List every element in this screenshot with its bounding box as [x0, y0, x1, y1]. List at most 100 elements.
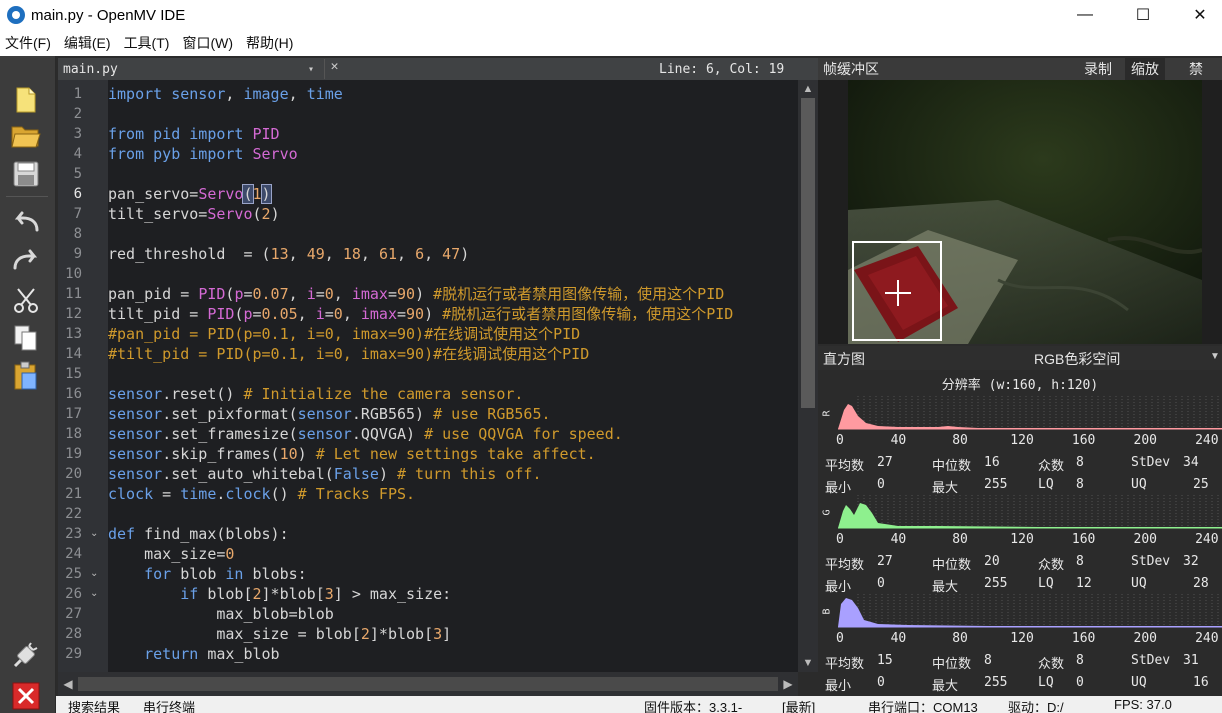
record-button[interactable]: 录制: [1078, 58, 1118, 80]
cut-icon[interactable]: [10, 284, 42, 316]
histogram-stat-uq-label: UQ: [1131, 675, 1147, 690]
fold-chevron-icon[interactable]: ⌄: [90, 564, 98, 584]
undo-icon[interactable]: [10, 206, 42, 238]
status-bar: 搜索结果 串行终端 固件版本：3.3.1- [最新] 串行端口：COM13 驱动…: [56, 696, 1222, 713]
histogram-tick-label: 200: [1133, 532, 1157, 547]
editor-tab-bar: main.py ▾ ✕ Line: 6, Col: 19: [58, 58, 818, 80]
histogram-header: 直方图 RGB色彩空间 ▼: [818, 346, 1222, 370]
line-number: 5: [73, 166, 82, 182]
close-file-button[interactable]: ✕: [324, 59, 344, 79]
code-line[interactable]: sensor.set_pixformat(sensor.RGB565) # us…: [108, 404, 551, 424]
line-number: 17: [65, 406, 82, 422]
file-dropdown-icon[interactable]: ▾: [308, 64, 314, 75]
serial-terminal-tab[interactable]: 串行终端: [143, 697, 195, 713]
search-results-tab[interactable]: 搜索结果: [68, 697, 120, 713]
editor-vertical-scrollbar[interactable]: ▲ ▼: [798, 80, 818, 672]
open-file-icon[interactable]: [10, 120, 42, 152]
histogram-tick-label: 160: [1071, 631, 1096, 646]
code-line[interactable]: sensor.set_framesize(sensor.QQVGA) # use…: [108, 424, 623, 444]
histogram-stat-mean: 27: [877, 554, 893, 569]
histogram-stat-min: 0: [877, 675, 885, 690]
connect-icon[interactable]: [10, 640, 42, 672]
code-line[interactable]: sensor.reset() # Initialize the camera s…: [108, 384, 523, 404]
histogram-tick-label: 240: [1195, 433, 1219, 448]
code-line[interactable]: import sensor, image, time: [108, 84, 343, 104]
menu-edit[interactable]: 编辑(E): [59, 33, 119, 53]
code-line[interactable]: from pid import PID: [108, 124, 280, 144]
histogram-plot: [838, 495, 1222, 529]
stop-icon[interactable]: [10, 680, 42, 712]
histogram-stat-max: 255: [984, 675, 1008, 690]
serial-port-label[interactable]: 串行端口：COM13: [868, 697, 978, 713]
scroll-up-icon[interactable]: ▲: [798, 80, 818, 98]
fold-chevron-icon[interactable]: ⌄: [90, 524, 98, 544]
save-file-icon[interactable]: [10, 158, 42, 190]
color-space-select[interactable]: RGB色彩空间: [1034, 349, 1120, 369]
code-line[interactable]: sensor.skip_frames(10) # Let new setting…: [108, 444, 596, 464]
disable-button[interactable]: 禁用: [1183, 58, 1222, 99]
scroll-down-icon[interactable]: ▼: [798, 654, 818, 672]
code-line[interactable]: max_blob=blob: [108, 604, 333, 624]
menu-file[interactable]: 文件(F): [0, 33, 59, 53]
paste-icon[interactable]: [10, 360, 42, 392]
editor-file-name[interactable]: main.py: [63, 62, 118, 77]
histogram-stat-mode: 8: [1076, 653, 1084, 668]
channel-label: G: [821, 509, 833, 516]
menu-window[interactable]: 窗口(W): [177, 33, 241, 53]
left-toolbar: [0, 56, 56, 713]
menu-bar: 文件(F) 编辑(E) 工具(T) 窗口(W) 帮助(H): [0, 30, 1222, 56]
histogram-stat-min-label: 最小: [825, 679, 852, 694]
firmware-latest-link[interactable]: [最新]: [782, 697, 815, 713]
code-line[interactable]: max_size = blob[2]*blob[3]: [108, 624, 451, 644]
code-line[interactable]: pan_pid = PID(p=0.07, i=0, imax=90) #脱机运…: [108, 284, 724, 304]
histogram-stat-lq-label: LQ: [1038, 477, 1054, 492]
minimize-button[interactable]: —: [1062, 0, 1108, 30]
code-line[interactable]: def find_max(blobs):: [108, 524, 289, 544]
histogram-tick-label: 240: [1195, 631, 1219, 646]
redo-icon[interactable]: [10, 244, 42, 276]
close-window-button[interactable]: ✕: [1177, 0, 1222, 30]
scroll-thumb[interactable]: [801, 98, 815, 408]
code-editor[interactable]: 1 2 3 4 5 6 7 8 9 10 11 12 13 14 15 16 17 18 19 20 21 22 23 ⌄ 24…: [58, 80, 818, 672]
drive-label[interactable]: 驱动：D:/: [1008, 697, 1064, 713]
line-number: 14: [65, 346, 82, 362]
code-line[interactable]: #pan_pid = PID(p=0.1, i=0, imax=90)#在线调试…: [108, 324, 580, 344]
code-line[interactable]: return max_blob: [108, 644, 279, 664]
histogram-stat-max: 255: [984, 576, 1008, 591]
zoom-button[interactable]: 缩放: [1125, 58, 1165, 80]
scroll-thumb[interactable]: [78, 677, 778, 691]
histogram-stat-mode-label: 众数: [1038, 459, 1065, 474]
code-line[interactable]: clock = time.clock() # Tracks FPS.: [108, 484, 415, 504]
histogram-title: 直方图: [823, 351, 865, 367]
line-number: 23: [65, 526, 82, 542]
menu-tools[interactable]: 工具(T): [119, 33, 178, 53]
histogram-stat-min-label: 最小: [825, 580, 852, 595]
resolution-label: 分辨率 (w:160, h:120): [941, 378, 1099, 393]
copy-icon[interactable]: [10, 322, 42, 354]
maximize-button[interactable]: ☐: [1120, 0, 1166, 30]
fold-chevron-icon[interactable]: ⌄: [90, 584, 98, 604]
histogram-tick-label: 200: [1133, 631, 1157, 646]
new-file-icon[interactable]: [10, 84, 42, 116]
code-line[interactable]: red_threshold = (13, 49, 18, 61, 6, 47): [108, 244, 469, 264]
scroll-right-icon[interactable]: ▶: [778, 672, 798, 696]
histogram-stat-stdev-label: StDev: [1131, 653, 1171, 668]
code-text-area[interactable]: import sensor, image, time from pid impor…: [108, 80, 798, 672]
code-line[interactable]: pan_servo=Servo(1): [108, 184, 272, 204]
histogram-tick-label: 40: [890, 631, 907, 646]
code-line[interactable]: #tilt_pid = PID(p=0.1, i=0, imax=90)#在线调…: [108, 344, 589, 364]
histogram-stat-median: 20: [984, 554, 1000, 569]
editor-horizontal-scrollbar[interactable]: ◀ ▶: [58, 672, 798, 696]
code-line[interactable]: max_size=0: [108, 544, 234, 564]
line-number: 16: [65, 386, 82, 402]
scroll-left-icon[interactable]: ◀: [58, 672, 78, 696]
code-line[interactable]: from pyb import Servo: [108, 144, 298, 164]
chevron-down-icon[interactable]: ▼: [1210, 351, 1220, 362]
code-line[interactable]: tilt_pid = PID(p=0.05, i=0, imax=90) #脱机…: [108, 304, 733, 324]
code-line[interactable]: tilt_servo=Servo(2): [108, 204, 280, 224]
code-line[interactable]: for blob in blobs:: [108, 564, 307, 584]
histogram-stat-uq: 28: [1193, 576, 1209, 591]
menu-help[interactable]: 帮助(H): [241, 33, 301, 53]
code-line[interactable]: sensor.set_auto_whitebal(False) # turn t…: [108, 464, 542, 484]
code-line[interactable]: if blob[2]*blob[3] > max_size:: [108, 584, 451, 604]
